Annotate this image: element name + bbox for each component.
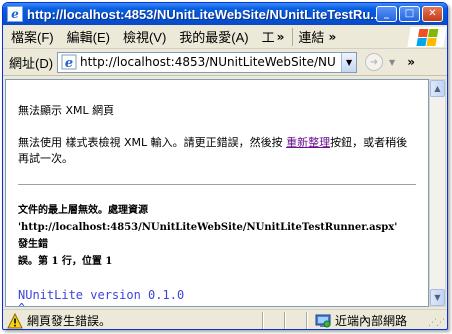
- source-caret: ^: [18, 302, 428, 306]
- address-url[interactable]: http://localhost:4853/NUnitLiteWebSite/N…: [80, 55, 341, 69]
- error-detail-line-3: 誤。第 1 行，位置 1: [18, 256, 113, 267]
- address-field[interactable]: e http://localhost:4853/NUnitLiteWebSite…: [57, 51, 358, 73]
- intranet-zone-icon: [315, 314, 331, 327]
- window-controls: _ □ ✕: [376, 6, 443, 22]
- scroll-down-button[interactable]: ▼: [430, 289, 445, 306]
- refresh-link[interactable]: 重新整理: [286, 136, 330, 149]
- address-dropdown-button[interactable]: ▼: [341, 52, 357, 72]
- error-message: 無法使用 樣式表檢視 XML 輸入。請更正錯誤，然後按 重新整理按鈕，或者稍後再…: [18, 135, 413, 167]
- svg-text:e: e: [65, 56, 73, 70]
- warning-icon[interactable]: [7, 312, 23, 329]
- menu-view[interactable]: 檢視(V): [123, 27, 166, 46]
- menu-bar: 檔案(F) 編輯(E) 檢視(V) 我的最愛(A) 工 » 連結 »: [3, 25, 447, 49]
- status-separator: [306, 311, 308, 329]
- menu-separator: [292, 27, 294, 46]
- error-detail-line-1: 文件的最上層無效。處理資源: [18, 205, 148, 216]
- title-bar[interactable]: e http://localhost:4853/NUnitLiteWebSite…: [3, 3, 447, 25]
- security-zone-label: 近端內部網路: [335, 314, 408, 328]
- error-detail: 文件的最上層無效。處理資源 'http://localhost:4853/NUn…: [18, 202, 408, 270]
- address-overflow-chevron[interactable]: »: [407, 55, 415, 69]
- minimize-button[interactable]: _: [376, 6, 397, 22]
- links-toolbar-label[interactable]: 連結: [298, 27, 324, 46]
- status-cell: [287, 312, 305, 330]
- error-message-start: 無法使用 樣式表檢視 XML 輸入。請更正錯誤，然後按: [18, 136, 287, 149]
- ie-page-icon: e: [61, 54, 77, 70]
- close-button[interactable]: ✕: [422, 6, 443, 22]
- status-bar: 網頁發生錯誤。 近端內部網路 ⋰⋰: [3, 309, 447, 330]
- status-separator: [284, 311, 286, 329]
- horizontal-rule: [18, 184, 416, 185]
- resize-grip-icon[interactable]: ⋰⋰: [428, 318, 445, 328]
- menu-overflow-chevron[interactable]: »: [277, 30, 285, 44]
- menu-favorites[interactable]: 我的最愛(A): [179, 27, 248, 46]
- go-dropdown-icon[interactable]: ▼: [389, 58, 395, 67]
- menu-tools-truncated[interactable]: 工: [262, 27, 275, 46]
- error-detail-line-2: 'http://localhost:4853/NUnitLiteWebSite/…: [18, 222, 398, 250]
- status-separator: [262, 311, 264, 329]
- status-cell: [265, 312, 283, 330]
- window-title: http://localhost:4853/NUnitLiteWebSite/N…: [27, 6, 382, 22]
- browser-window: e http://localhost:4853/NUnitLiteWebSite…: [2, 2, 448, 330]
- links-overflow-chevron[interactable]: »: [328, 30, 336, 44]
- ie-app-icon: e: [7, 6, 23, 22]
- status-text: 網頁發生錯誤。: [27, 314, 112, 328]
- address-bar: 網址(D) e http://localhost:4853/NUnitLiteW…: [3, 49, 447, 76]
- source-line: NUnitLite version 0.1.0: [18, 288, 185, 302]
- page-content: 無法顯示 XML 網頁 無法使用 樣式表檢視 XML 輸入。請更正錯誤，然後按 …: [5, 79, 429, 307]
- scroll-up-button[interactable]: ▲: [430, 80, 445, 97]
- error-title: 無法顯示 XML 網頁: [18, 104, 115, 117]
- vertical-scrollbar[interactable]: ▲ ▼: [429, 79, 446, 307]
- windows-logo-icon: [407, 27, 447, 47]
- maximize-button[interactable]: □: [399, 6, 420, 22]
- address-label: 網址(D): [9, 55, 54, 71]
- go-button[interactable]: ➜: [365, 53, 384, 71]
- menu-file[interactable]: 檔案(F): [11, 27, 54, 46]
- menu-edit[interactable]: 編輯(E): [67, 27, 110, 46]
